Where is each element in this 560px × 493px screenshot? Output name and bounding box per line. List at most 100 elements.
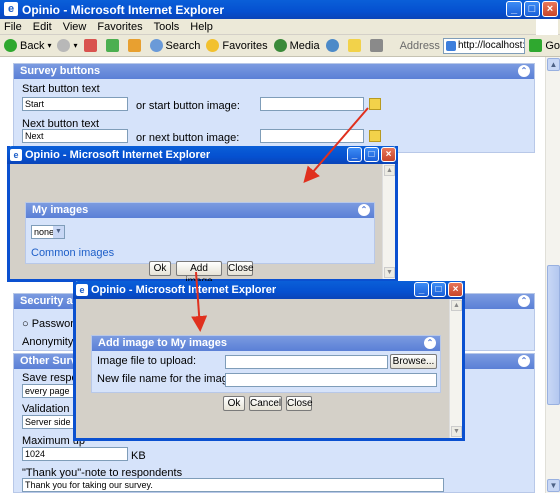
panel-header: Add image to My images ⌃: [92, 336, 440, 351]
close-icon[interactable]: ×: [448, 282, 463, 297]
search-icon: [149, 39, 163, 52]
ie-icon: e: [4, 2, 18, 16]
my-images-popup: e Opinio - Microsoft Internet Explorer _…: [7, 146, 398, 287]
next-image-input[interactable]: [260, 129, 364, 143]
search-button[interactable]: Search: [149, 39, 200, 52]
next-text-input[interactable]: Next: [22, 129, 128, 143]
menu-help[interactable]: Help: [190, 21, 213, 33]
file-name-label: New file name for the image:: [97, 373, 238, 385]
scroll-up-icon[interactable]: ▲: [384, 165, 395, 176]
popup-titlebar: e Opinio - Microsoft Internet Explorer _…: [7, 146, 398, 164]
media-button[interactable]: Media: [273, 39, 320, 52]
toolbar: Back ▾ ▾ Search Favorites Media Address …: [0, 35, 560, 57]
start-image-input[interactable]: [260, 97, 364, 111]
start-label: Start button text: [22, 83, 100, 95]
maximize-icon[interactable]: □: [431, 282, 446, 297]
back-button[interactable]: Back ▾: [4, 39, 51, 52]
address-input[interactable]: http://localhost:8080/opinio/adm: [442, 37, 526, 54]
popup-scrollbar[interactable]: ▲ ▼: [382, 164, 395, 279]
image-picker-icon[interactable]: [369, 98, 381, 110]
media-icon: [273, 39, 287, 52]
scroll-down-icon[interactable]: ▼: [547, 479, 560, 492]
validation-label: Validation: [22, 403, 70, 415]
forward-button[interactable]: ▾: [57, 39, 78, 52]
collapse-icon[interactable]: ⌃: [518, 65, 530, 77]
refresh-button[interactable]: [105, 39, 122, 52]
popup-scrollbar[interactable]: ▲ ▼: [449, 299, 462, 438]
thanks-input[interactable]: Thank you for taking our survey.: [22, 478, 444, 492]
back-arrow-icon: [4, 39, 17, 52]
close-button[interactable]: Close: [286, 396, 313, 411]
star-icon: [206, 39, 220, 52]
go-arrow-icon: [529, 39, 543, 52]
stop-button[interactable]: [83, 39, 100, 52]
add-image-panel: Add image to My images ⌃ Image file to u…: [91, 335, 441, 393]
forward-arrow-icon: [57, 39, 71, 52]
file-label: Image file to upload:: [97, 355, 197, 367]
print-button[interactable]: [369, 39, 386, 52]
close-icon[interactable]: ×: [381, 147, 396, 162]
refresh-icon: [105, 39, 119, 52]
maximize-icon[interactable]: □: [524, 1, 540, 17]
page-scrollbar[interactable]: ▲ ▼: [545, 57, 560, 493]
menu-file[interactable]: File: [4, 21, 22, 33]
address-label: Address: [399, 39, 440, 52]
favorites-button[interactable]: Favorites: [206, 39, 268, 52]
my-images-select[interactable]: none ▼: [31, 225, 65, 239]
print-icon: [369, 39, 383, 52]
collapse-icon[interactable]: ⌃: [424, 337, 436, 349]
window-titlebar: e Opinio - Microsoft Internet Explorer _…: [0, 0, 560, 19]
mail-icon: [347, 39, 361, 52]
scroll-up-icon[interactable]: ▲: [451, 300, 462, 311]
windows-logo-icon: [536, 19, 558, 35]
add-image-button[interactable]: Add image: [176, 261, 222, 287]
menu-bar: File Edit View Favorites Tools Help: [0, 19, 560, 35]
scroll-down-icon[interactable]: ▼: [384, 267, 395, 278]
image-picker-icon[interactable]: [369, 130, 381, 142]
minimize-icon[interactable]: _: [414, 282, 429, 297]
scroll-thumb[interactable]: [547, 265, 560, 405]
popup-body: Add image to My images ⌃ Image file to u…: [76, 299, 462, 438]
max-upload-input[interactable]: 1024: [22, 447, 128, 461]
kb-unit: KB: [131, 450, 146, 462]
panel-header: Survey buttons ⌃: [14, 64, 534, 79]
collapse-icon[interactable]: ⌃: [518, 295, 530, 307]
stop-icon: [83, 39, 97, 52]
history-button[interactable]: [325, 39, 342, 52]
ok-button[interactable]: Ok: [223, 396, 245, 411]
survey-buttons-panel: Survey buttons ⌃ Start button text Start…: [13, 63, 535, 153]
ok-button[interactable]: Ok: [149, 261, 171, 276]
common-images-link[interactable]: Common images: [31, 247, 114, 259]
password-radio[interactable]: ○ Password: [22, 318, 80, 330]
scroll-down-icon[interactable]: ▼: [451, 426, 462, 437]
menu-edit[interactable]: Edit: [33, 21, 52, 33]
menu-tools[interactable]: Tools: [154, 21, 180, 33]
start-image-label: or start button image:: [136, 100, 240, 112]
minimize-icon[interactable]: _: [506, 1, 522, 17]
history-icon: [325, 39, 339, 52]
home-button[interactable]: [127, 39, 144, 52]
my-images-panel: My images ⌃ none ▼ Common images: [25, 202, 375, 264]
file-name-input[interactable]: [225, 373, 437, 387]
file-input[interactable]: [225, 355, 388, 369]
cancel-button[interactable]: Cancel: [249, 396, 282, 411]
menu-favorites[interactable]: Favorites: [97, 21, 142, 33]
start-text-input[interactable]: Start: [22, 97, 128, 111]
window-title: Opinio - Microsoft Internet Explorer: [22, 3, 225, 17]
next-image-label: or next button image:: [136, 132, 240, 144]
ie-icon: e: [76, 284, 88, 296]
close-button[interactable]: Close: [227, 261, 254, 276]
mail-button[interactable]: [347, 39, 364, 52]
ie-icon: e: [10, 149, 22, 161]
minimize-icon[interactable]: _: [347, 147, 362, 162]
menu-view[interactable]: View: [63, 21, 87, 33]
add-image-popup: e Opinio - Microsoft Internet Explorer _…: [73, 281, 465, 441]
go-button[interactable]: Go: [529, 39, 560, 52]
browse-button[interactable]: Browse...: [390, 354, 437, 369]
collapse-icon[interactable]: ⌃: [358, 204, 370, 216]
collapse-icon[interactable]: ⌃: [518, 355, 530, 367]
maximize-icon[interactable]: □: [364, 147, 379, 162]
popup-titlebar: e Opinio - Microsoft Internet Explorer _…: [73, 281, 465, 299]
close-icon[interactable]: ×: [542, 1, 558, 17]
scroll-up-icon[interactable]: ▲: [547, 58, 560, 71]
